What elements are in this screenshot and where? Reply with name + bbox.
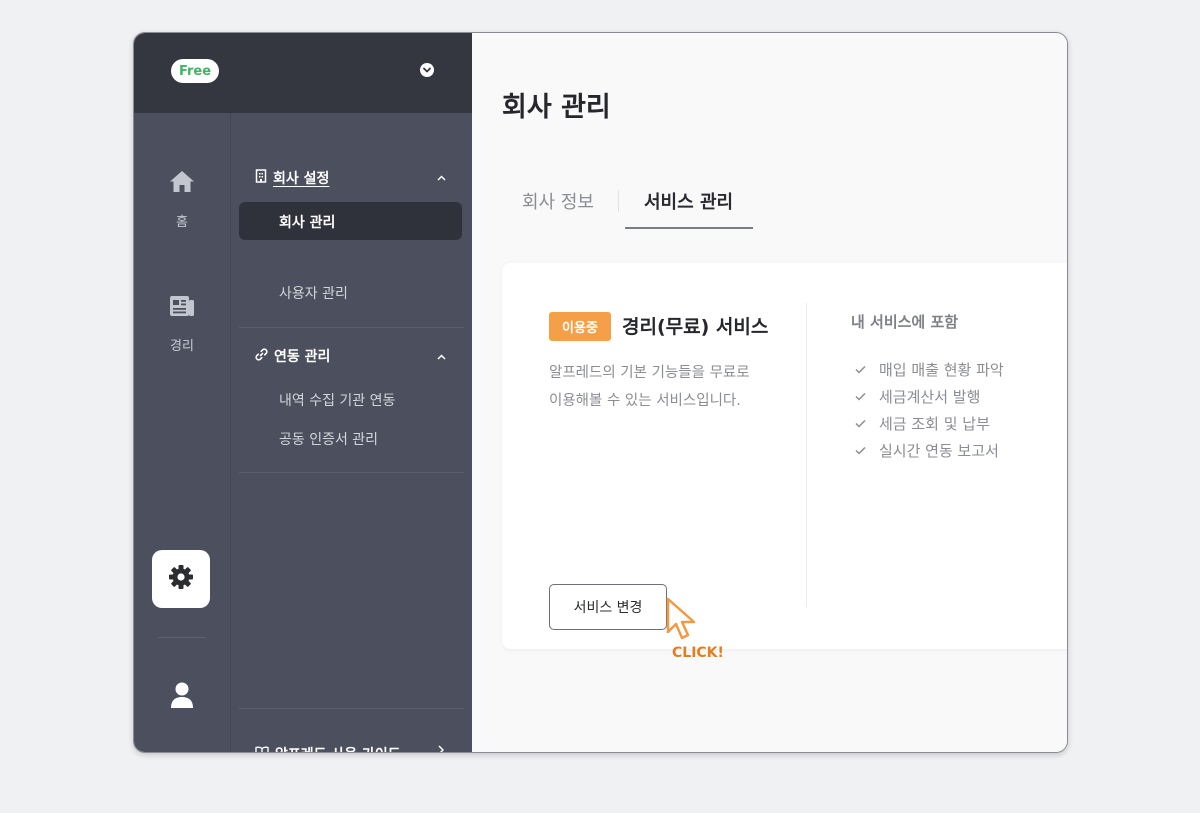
home-icon bbox=[169, 169, 195, 197]
chevron-up-icon[interactable] bbox=[437, 171, 446, 184]
feature-item: 매입 매출 현황 파악 bbox=[855, 359, 1004, 380]
active-tab-indicator bbox=[625, 227, 753, 229]
subnav-item-user-management[interactable]: 사용자 관리 bbox=[279, 283, 348, 303]
plan-badge: Free bbox=[171, 59, 219, 83]
book-icon bbox=[255, 746, 269, 752]
building-icon bbox=[255, 169, 267, 187]
group-company-settings-label: 회사 설정 bbox=[273, 171, 330, 187]
group-integration[interactable]: 연동 관리 bbox=[255, 346, 330, 366]
feature-item: 세금계산서 발행 bbox=[855, 386, 980, 407]
subnav-divider bbox=[239, 708, 464, 709]
check-icon bbox=[855, 446, 867, 455]
subnav-item-company-management[interactable]: 회사 관리 bbox=[239, 202, 462, 240]
subnav-item-certificate[interactable]: 공동 인증서 관리 bbox=[279, 429, 378, 449]
workspace-header: Free bbox=[134, 33, 472, 113]
service-description-line: 알프레드의 기본 기능들을 무료로 bbox=[549, 365, 750, 381]
feature-label: 세금 조회 및 납부 bbox=[879, 415, 990, 433]
feature-item: 세금 조회 및 납부 bbox=[855, 413, 990, 434]
newspaper-icon bbox=[169, 295, 195, 321]
guide-label: 알프레드 사용 가이드 bbox=[275, 744, 401, 752]
feature-label: 매입 매출 현황 파악 bbox=[879, 361, 1004, 379]
change-service-button[interactable]: 서비스 변경 bbox=[549, 584, 667, 630]
rail-divider bbox=[158, 637, 206, 638]
settings-subnav: 회사 설정 회사 관리 사용자 관리 연동 관리 내역 수집 기관 연동 공동 … bbox=[231, 113, 472, 752]
service-card: 이용중 경리(무료) 서비스 알프레드의 기본 기능들을 무료로 이용해볼 수 … bbox=[502, 263, 1067, 649]
user-icon bbox=[170, 681, 194, 713]
service-description: 알프레드의 기본 기능들을 무료로 이용해볼 수 있는 서비스입니다. bbox=[549, 359, 789, 415]
tab-service-management[interactable]: 서비스 관리 bbox=[644, 188, 733, 214]
included-title: 내 서비스에 포함 bbox=[851, 313, 959, 331]
chevron-right-icon[interactable] bbox=[438, 743, 445, 752]
subnav-divider bbox=[239, 327, 464, 328]
check-icon bbox=[855, 392, 867, 401]
group-company-settings[interactable]: 회사 설정 bbox=[255, 168, 329, 188]
user-button[interactable] bbox=[167, 681, 197, 713]
gear-icon bbox=[168, 564, 194, 594]
feature-label: 세금계산서 발행 bbox=[879, 388, 981, 406]
check-icon bbox=[855, 419, 867, 428]
rail-home-label: 홈 bbox=[176, 215, 188, 230]
rail-bookkeeping-label: 경리 bbox=[170, 339, 194, 354]
chevron-up-icon[interactable] bbox=[437, 350, 446, 363]
app-window: Free 홈 경리 회사 설정 회사 관리 사용자 관리 연동 관리 내역 수집… bbox=[133, 32, 1068, 753]
service-description-line: 이용해볼 수 있는 서비스입니다. bbox=[549, 393, 741, 409]
click-annotation: CLICK! bbox=[672, 645, 724, 661]
subnav-item-institution-link[interactable]: 내역 수집 기관 연동 bbox=[279, 390, 395, 410]
status-badge: 이용중 bbox=[549, 312, 611, 341]
settings-button[interactable] bbox=[152, 550, 210, 608]
page-title: 회사 관리 bbox=[502, 92, 611, 123]
main-content: 회사 관리 회사 정보 서비스 관리 이용중 경리(무료) 서비스 알프레드의 … bbox=[472, 33, 1067, 752]
workspace-dropdown-icon[interactable] bbox=[420, 63, 434, 77]
rail-item-bookkeeping[interactable]: 경리 bbox=[134, 295, 230, 354]
link-icon bbox=[255, 347, 268, 365]
tab-company-info[interactable]: 회사 정보 bbox=[522, 188, 594, 214]
service-name: 경리(무료) 서비스 bbox=[622, 316, 769, 338]
pointer-cursor-icon bbox=[664, 596, 706, 646]
subnav-item-label: 회사 관리 bbox=[279, 215, 336, 231]
guide-link[interactable]: 알프레드 사용 가이드 bbox=[255, 744, 401, 752]
feature-label: 실시간 연동 보고서 bbox=[879, 442, 999, 460]
group-integration-label: 연동 관리 bbox=[274, 349, 331, 365]
card-divider bbox=[806, 303, 807, 607]
check-icon bbox=[855, 365, 867, 374]
rail-item-home[interactable]: 홈 bbox=[134, 169, 230, 230]
feature-item: 실시간 연동 보고서 bbox=[855, 440, 999, 461]
tab-separator bbox=[618, 190, 619, 212]
icon-rail: 홈 경리 bbox=[134, 113, 231, 752]
subnav-divider bbox=[239, 472, 464, 473]
